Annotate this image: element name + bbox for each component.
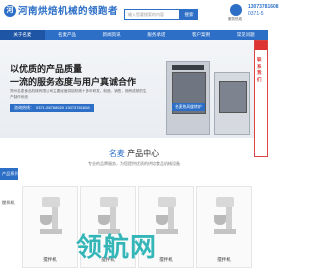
logo-icon: 河	[4, 5, 16, 17]
banner-hotline[interactable]: 咨询热线： 0371-55768520 13073781608	[10, 104, 94, 112]
watermark-text: 领航网	[76, 232, 158, 262]
hotline-label: 咨询热线：	[14, 105, 34, 110]
main-nav: 关于名麦 名麦产品 新闻资讯 服务承诺 客户案例 常见问题	[0, 30, 268, 40]
banner-headline-2: 一流的服务态度与用户真诚合作	[10, 77, 137, 87]
product-badge: 名麦热风旋转炉	[172, 103, 205, 111]
float-widget-text: 联系我们	[257, 57, 262, 82]
logo-text[interactable]: 河南烘焙机械的领跑者	[18, 3, 118, 17]
section-subtitle: 专业的品牌服务，为您提供优质的烘焙食品机械设备	[88, 161, 180, 166]
phone-label: 服务热线	[228, 17, 242, 21]
product-card[interactable]: 搅拌机	[22, 186, 78, 268]
product-category-header[interactable]: 产品系列	[0, 168, 18, 180]
phone-number-1: 13073781608	[248, 4, 279, 10]
nav-item-news[interactable]: 新闻资讯	[89, 30, 134, 40]
nav-item-cases[interactable]: 客户案例	[179, 30, 224, 40]
mixer-image	[40, 197, 62, 235]
oven-window-secondary	[219, 81, 247, 113]
nav-item-products[interactable]: 名麦产品	[45, 30, 90, 40]
phone-number-2: 0371-5	[248, 11, 264, 17]
product-category-item[interactable]: 搅拌机	[0, 200, 18, 206]
product-label: 搅拌机	[43, 257, 57, 262]
mixer-image	[214, 197, 236, 235]
nav-item-faq[interactable]: 常见问题	[223, 30, 268, 40]
mixer-image	[156, 197, 178, 235]
nav-item-about[interactable]: 关于名麦	[0, 30, 45, 40]
section-title-highlight: 名麦	[108, 149, 125, 158]
search-button[interactable]: 搜索	[180, 9, 198, 20]
phone-icon	[230, 4, 242, 16]
banner-headline-1: 以优质的产品质量	[10, 64, 83, 74]
nav-item-service[interactable]: 服务承诺	[134, 30, 179, 40]
product-card[interactable]: 搅拌机	[196, 186, 252, 268]
product-label: 搅拌机	[217, 257, 231, 262]
hotline-numbers: 0371-55768520 13073781608	[36, 105, 90, 110]
section-title: 名麦 产品中心	[0, 148, 268, 159]
search-input[interactable]: 输入您要搜索的内容	[124, 9, 180, 20]
oven-control-panel	[172, 65, 204, 70]
contact-float-widget[interactable]: 联系我们	[254, 40, 268, 157]
oven-image-secondary	[214, 72, 250, 135]
rotary-oven-image	[166, 61, 210, 135]
section-title-rest: 产品中心	[127, 149, 160, 158]
hero-banner: 以优质的产品质量 一流的服务态度与用户真诚合作 郑州名麦食品机械有限公司主要经营…	[0, 40, 268, 138]
banner-description: 郑州名麦食品机械有限公司主要经营烘焙机械十多年研发、制造、销售，拥有成熟的生产制…	[10, 89, 147, 99]
float-widget-header	[255, 41, 267, 50]
header: 河 河南烘焙机械的领跑者 输入您要搜索的内容 搜索 服务热线 130737816…	[0, 0, 279, 30]
